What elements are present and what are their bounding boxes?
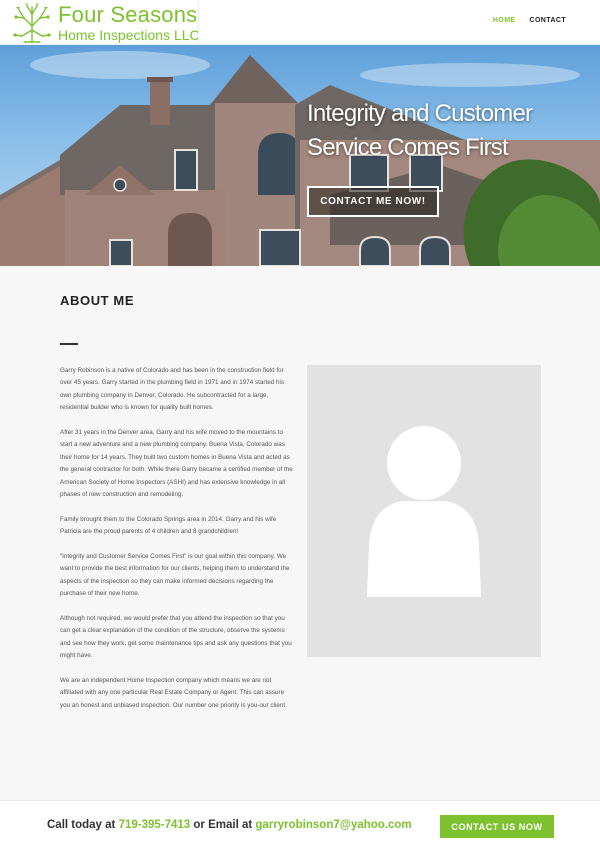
hero-title-line1: Integrity and Customer (307, 100, 533, 127)
footer-email-prefix: or Email at (190, 819, 256, 831)
person-placeholder-icon (367, 426, 481, 597)
hero-title: Integrity and Customer Service Comes Fir… (307, 97, 567, 165)
about-paragraph: “Integrity and Customer Service Comes Fi… (60, 553, 290, 598)
about-paragraph: Family brought them to the Colorado Spri… (60, 515, 277, 536)
footer-cta-bar: Call today at 719-395-7413 or Email at g… (0, 800, 600, 842)
about-paragraph: Garry Robinson is a native of Colorado a… (60, 367, 285, 412)
hero-banner: Integrity and Customer Service Comes Fir… (0, 45, 600, 266)
nav-item-contact[interactable]: CONTACT (530, 17, 567, 24)
brand-name: Four Seasons (58, 1, 198, 27)
footer-call-prefix: Call today at (47, 819, 119, 831)
brand-subtitle: Home Inspections LLC (58, 26, 200, 43)
footer-email-link[interactable]: garryrobinson7@yahoo.com (255, 819, 411, 831)
page: Four Seasons Home Inspections LLC HOME C… (0, 0, 600, 842)
hero-title-line2: Service Comes First (307, 134, 509, 161)
footer-phone-link[interactable]: 719-395-7413 (119, 819, 191, 831)
brand-text: Four Seasons Home Inspections LLC (58, 1, 200, 43)
about-divider (60, 343, 78, 345)
nav-item-home[interactable]: HOME (493, 17, 516, 24)
footer-contact-line: Call today at 719-395-7413 or Email at g… (47, 819, 412, 831)
contact-me-button[interactable]: CONTACT ME NOW! (307, 186, 439, 217)
main-nav: HOME CONTACT (493, 17, 566, 24)
contact-us-button[interactable]: CONTACT US NOW (440, 815, 554, 838)
header-divider (198, 0, 199, 45)
site-header: Four Seasons Home Inspections LLC HOME C… (0, 0, 600, 45)
brand-logo[interactable]: Four Seasons Home Inspections LLC (10, 2, 200, 43)
about-paragraph: Although not required, we would prefer t… (60, 615, 292, 660)
about-paragraph: We are an independent Home Inspection co… (60, 677, 287, 709)
about-paragraph: After 31 years in the Denver area, Garry… (60, 429, 293, 499)
about-heading: ABOUT ME (60, 293, 135, 308)
profile-photo-placeholder (307, 365, 541, 657)
about-text: Garry Robinson is a native of Colorado a… (60, 365, 295, 725)
tree-seasons-icon (13, 3, 51, 43)
